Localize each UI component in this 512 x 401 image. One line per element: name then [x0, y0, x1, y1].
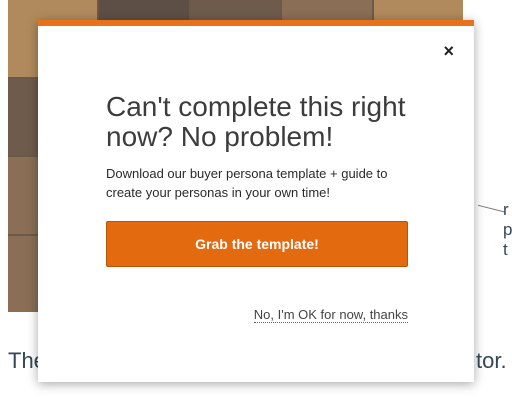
modal-subtext: Download our buyer persona template + gu…: [106, 166, 388, 200]
exit-intent-modal: × Can't complete this right now? No prob…: [38, 20, 474, 382]
background-side-letter: p: [503, 220, 512, 239]
close-icon[interactable]: ×: [443, 42, 454, 60]
grab-template-button[interactable]: Grab the template!: [106, 221, 408, 267]
background-side-letter: r: [503, 200, 509, 219]
decline-link[interactable]: No, I'm OK for now, thanks: [253, 307, 408, 323]
background-side-letter: t: [503, 240, 508, 259]
background-paragraph-end: tor.: [476, 348, 507, 373]
modal-headline: Can't complete this right now? No proble…: [106, 91, 406, 152]
